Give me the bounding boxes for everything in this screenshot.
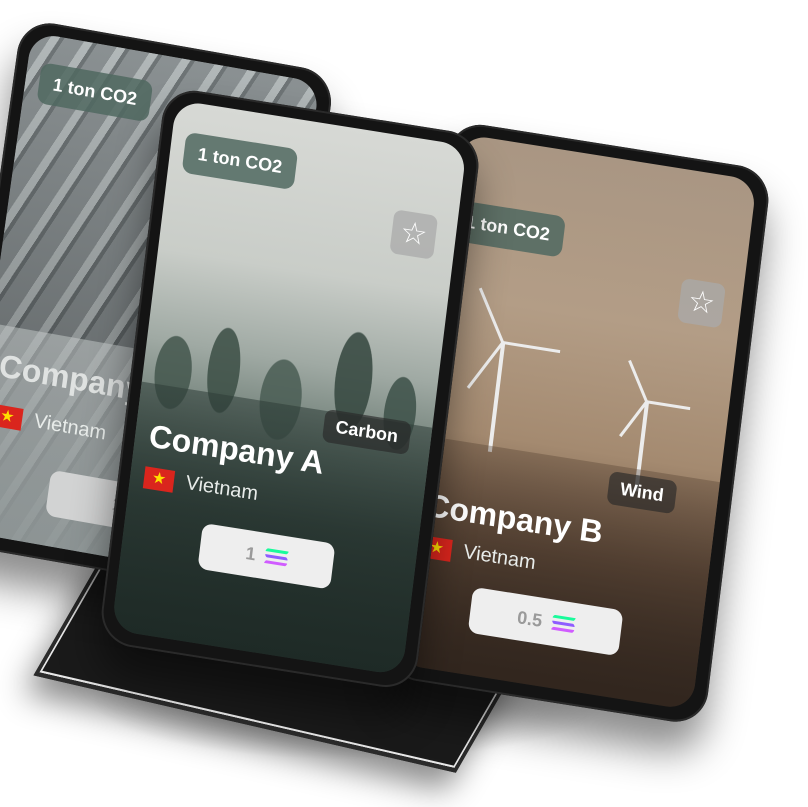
card-right-info-panel bbox=[397, 435, 720, 711]
solana-icon bbox=[263, 548, 290, 567]
co2-badge: 1 ton CO2 bbox=[36, 62, 154, 123]
vietnam-flag-icon: ★ bbox=[0, 403, 24, 431]
card-front-frame[interactable]: 1 ton CO2 ☆ Carbon Company A ★ Vietnam 1 bbox=[97, 86, 483, 692]
solana-icon bbox=[550, 614, 576, 634]
wind-turbine-icon bbox=[466, 287, 561, 453]
nft-card-display-scene: 1 ton CO2 Company ★ Vietnam 1 ton CO2 ☆ … bbox=[0, 0, 808, 807]
card-front-image: 1 ton CO2 ☆ Carbon Company A ★ Vietnam 1 bbox=[111, 99, 467, 676]
favorite-star-button[interactable]: ☆ bbox=[677, 277, 726, 329]
vietnam-flag-icon: ★ bbox=[142, 465, 176, 493]
star-icon: ☆ bbox=[686, 283, 718, 323]
favorite-star-button[interactable]: ☆ bbox=[389, 209, 439, 260]
price-value: 0.5 bbox=[516, 606, 544, 631]
star-icon: ☆ bbox=[398, 214, 430, 254]
price-value: 1 bbox=[244, 542, 257, 564]
co2-badge: 1 ton CO2 bbox=[181, 131, 299, 191]
